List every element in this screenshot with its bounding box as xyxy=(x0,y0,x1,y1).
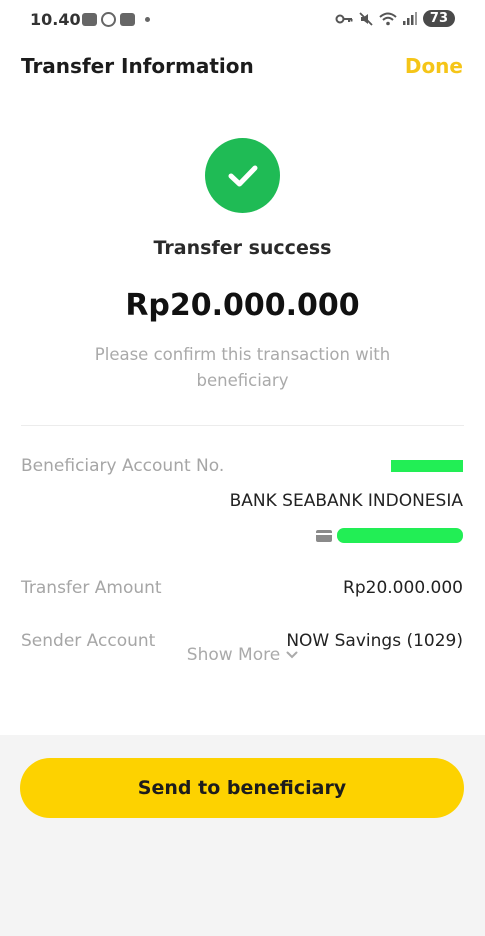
notification-app-icon xyxy=(120,13,135,26)
mute-icon xyxy=(359,11,373,26)
whatsapp-icon xyxy=(101,12,116,27)
success-badge xyxy=(205,138,280,213)
wifi-icon xyxy=(379,12,397,25)
more-notifications-dot-icon xyxy=(145,17,150,22)
send-to-beneficiary-button[interactable]: Send to beneficiary xyxy=(20,758,464,818)
redacted-beneficiary-name xyxy=(391,460,463,472)
redacted-account-number xyxy=(337,528,463,543)
signal-icon xyxy=(402,12,417,25)
show-more-toggle[interactable]: Show More xyxy=(0,645,485,665)
checkmark-icon xyxy=(228,165,257,186)
key-icon xyxy=(335,14,353,23)
system-icons: 73 xyxy=(335,10,455,27)
status-time: 10.40 xyxy=(30,10,81,29)
transfer-amount-value: Rp20.000.000 xyxy=(343,578,463,598)
confirmation-note: Please confirm this transaction with ben… xyxy=(94,345,391,390)
transfer-status-text: Transfer success xyxy=(153,237,332,259)
card-icon xyxy=(316,530,332,542)
transfer-info-card: Transfer Information Done Transfer succe… xyxy=(0,40,485,735)
notification-app-icon xyxy=(82,13,97,26)
beneficiary-account-label: Beneficiary Account No. xyxy=(21,456,225,476)
beneficiary-bank-name: BANK SEABANK INDONESIA xyxy=(229,491,463,511)
battery-indicator: 73 xyxy=(422,10,455,27)
transfer-amount-display: Rp20.000.000 xyxy=(125,288,360,323)
page-title: Transfer Information xyxy=(21,54,254,78)
notification-icons xyxy=(82,12,150,27)
transfer-amount-label: Transfer Amount xyxy=(21,578,162,598)
show-more-label: Show More xyxy=(186,645,281,665)
chevron-down-icon xyxy=(286,651,298,659)
divider xyxy=(21,425,464,426)
done-button[interactable]: Done xyxy=(405,54,463,78)
status-bar: 10.40 73 xyxy=(0,0,485,40)
